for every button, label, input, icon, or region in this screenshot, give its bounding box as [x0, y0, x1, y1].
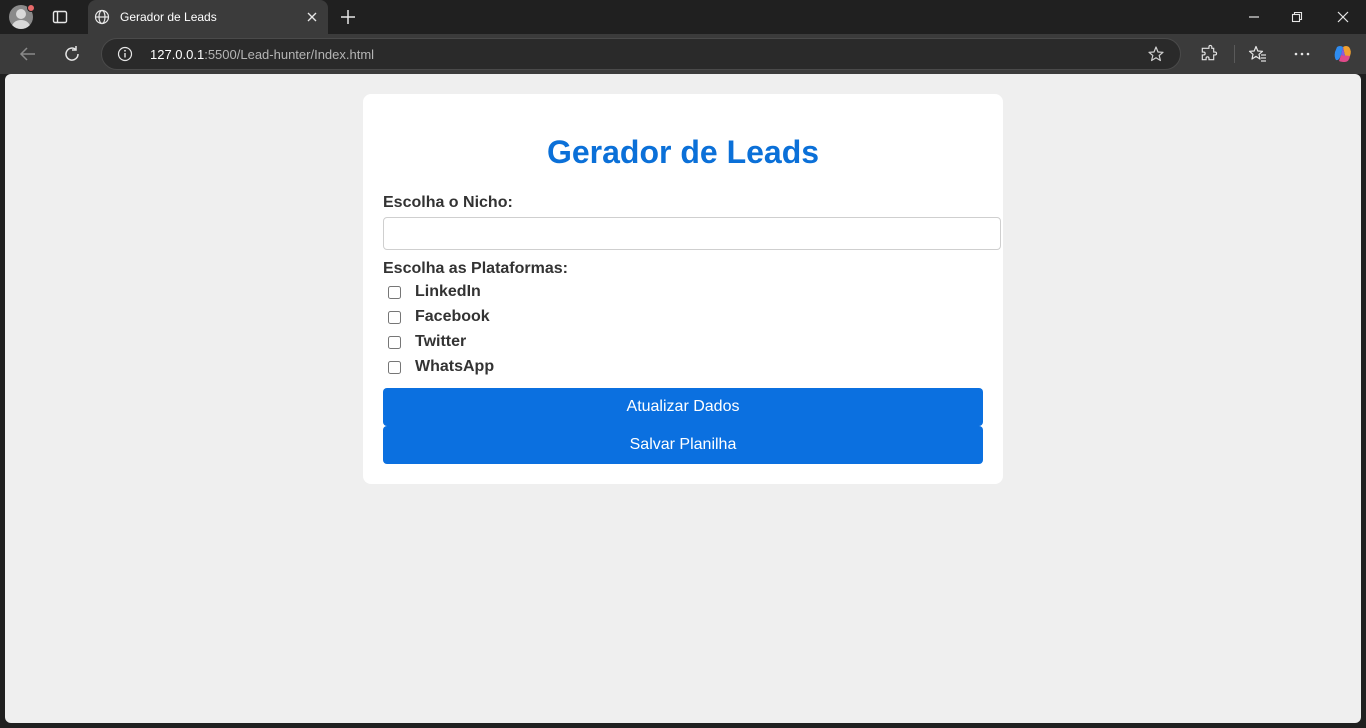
favorites-icon[interactable]: [1248, 44, 1268, 64]
platforms-label: Escolha as Plataformas:: [383, 260, 568, 277]
update-data-button[interactable]: Atualizar Dados: [383, 388, 983, 426]
reload-icon[interactable]: [62, 44, 82, 64]
favorite-star-icon[interactable]: [1147, 45, 1165, 63]
address-bar[interactable]: 127.0.0.1:5500/Lead-hunter/Index.html: [101, 38, 1181, 70]
linkedin-checkbox[interactable]: [388, 286, 401, 299]
url-path: :5500/Lead-hunter/Index.html: [204, 47, 375, 62]
twitter-checkbox[interactable]: [388, 336, 401, 349]
new-tab-icon[interactable]: [338, 7, 358, 27]
whatsapp-label: WhatsApp: [415, 358, 495, 375]
url-host: 127.0.0.1: [150, 47, 205, 62]
copilot-icon[interactable]: [1332, 43, 1354, 65]
facebook-checkbox[interactable]: [388, 311, 401, 324]
tab-title: Gerador de Leads: [120, 10, 217, 24]
minimize-icon[interactable]: [1244, 7, 1264, 27]
tab-actions-icon[interactable]: [50, 7, 70, 27]
page-title: Gerador de Leads: [546, 134, 820, 170]
linkedin-label: LinkedIn: [415, 283, 481, 300]
twitter-label: Twitter: [415, 333, 467, 350]
more-options-icon[interactable]: [1292, 44, 1312, 64]
active-tab[interactable]: Gerador de Leads: [88, 0, 328, 34]
facebook-label: Facebook: [415, 308, 490, 325]
whatsapp-checkbox[interactable]: [388, 361, 401, 374]
close-tab-icon[interactable]: [304, 9, 320, 25]
back-arrow-icon[interactable]: [18, 44, 38, 64]
close-window-icon[interactable]: [1333, 7, 1353, 27]
save-spreadsheet-button[interactable]: Salvar Planilha: [383, 426, 983, 464]
profile-notification-dot: [27, 4, 35, 12]
globe-icon: [94, 9, 110, 25]
site-info-icon[interactable]: [117, 46, 133, 62]
page-viewport: Gerador de Leads Escolha o Nicho: Escolh…: [5, 74, 1361, 723]
toolbar-separator: [1234, 45, 1235, 63]
browser-tab-strip: Gerador de Leads: [0, 0, 1366, 34]
lead-form-card: Gerador de Leads Escolha o Nicho: Escolh…: [363, 94, 1003, 484]
browser-toolbar: 127.0.0.1:5500/Lead-hunter/Index.html: [0, 34, 1366, 74]
restore-icon[interactable]: [1287, 7, 1307, 27]
niche-label: Escolha o Nicho:: [383, 194, 513, 211]
url-text: 127.0.0.1:5500/Lead-hunter/Index.html: [150, 47, 374, 62]
extensions-icon[interactable]: [1199, 44, 1219, 64]
niche-input[interactable]: [383, 217, 1001, 250]
